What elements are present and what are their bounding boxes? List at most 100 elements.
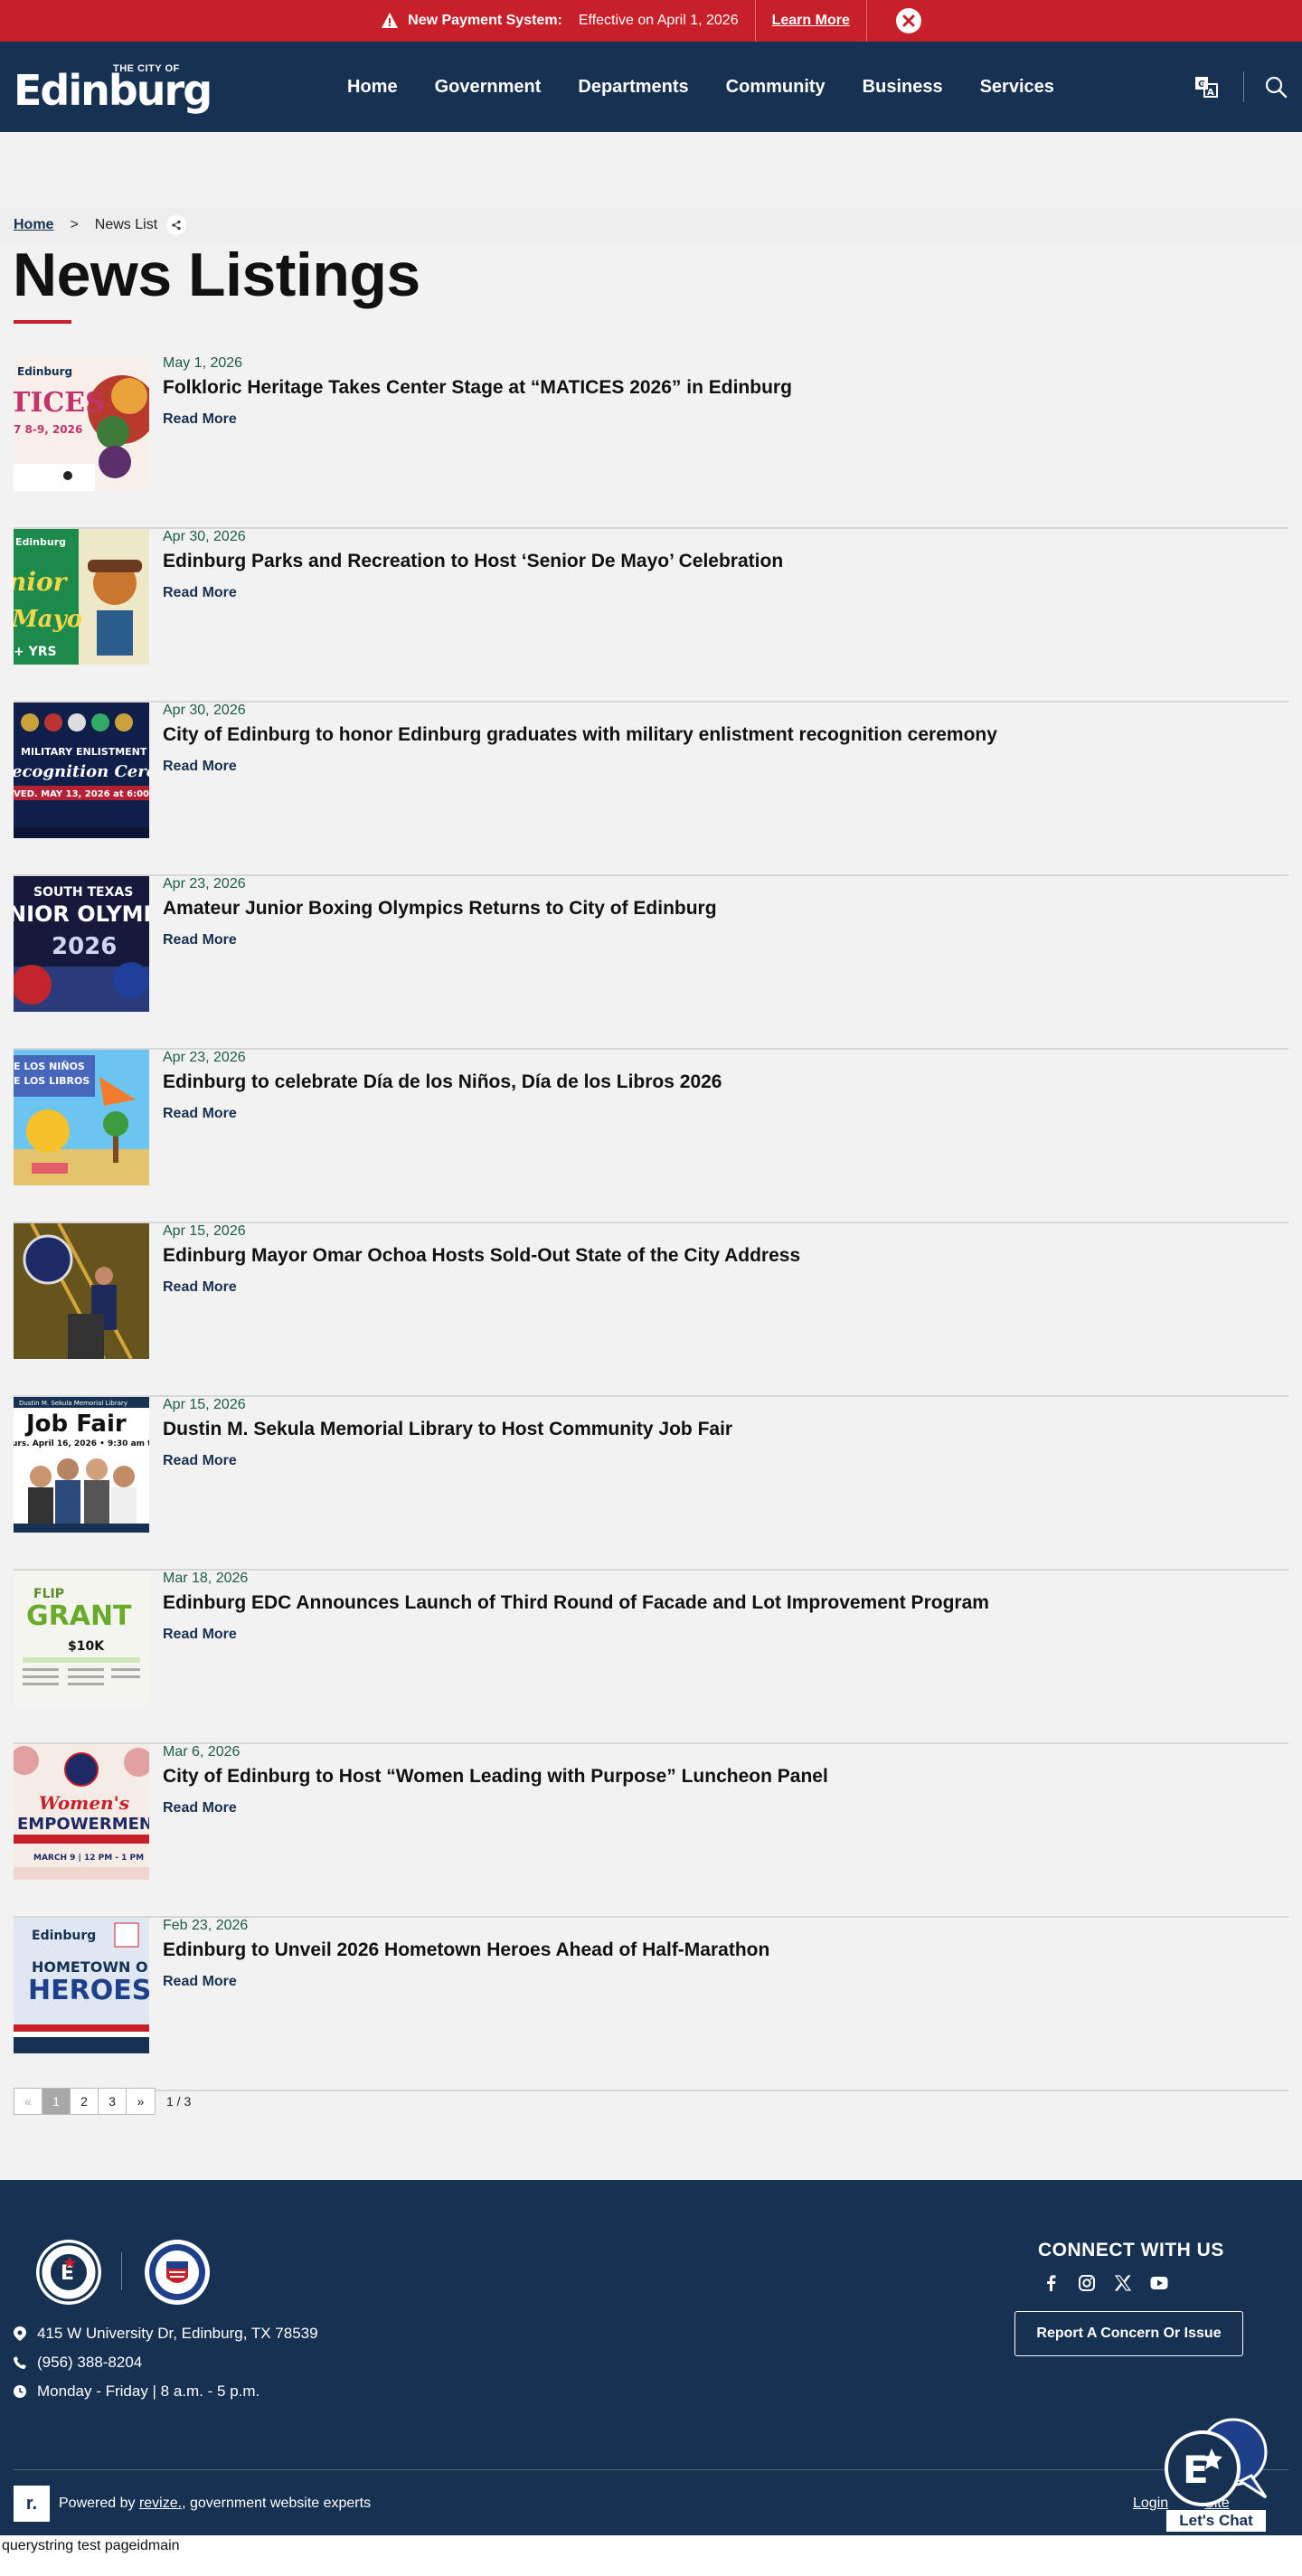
instagram-icon[interactable]: [1078, 2274, 1096, 2292]
news-title[interactable]: Edinburg to celebrate Día de los Niños, …: [163, 1071, 722, 1093]
revize-logo[interactable]: r.: [14, 2486, 50, 2522]
svg-text:FLIP: FLIP: [33, 1587, 64, 1601]
svg-text:A: A: [1207, 88, 1214, 98]
footer-seal-divider: [121, 2252, 122, 2290]
site-header: THE CITY OF Edinburg Home Government Dep…: [0, 42, 1302, 132]
news-title[interactable]: Edinburg EDC Announces Launch of Third R…: [163, 1592, 989, 1614]
news-title[interactable]: City of Edinburg to Host “Women Leading …: [163, 1766, 828, 1788]
x-icon[interactable]: [1114, 2274, 1132, 2292]
pagination-next-button[interactable]: »: [127, 2089, 155, 2114]
footer-divider: [14, 2469, 1288, 2470]
news-date: Mar 18, 2026: [163, 1571, 249, 1586]
share-button[interactable]: [166, 215, 187, 235]
pagination-prev-button[interactable]: «: [14, 2089, 42, 2114]
footer-phone[interactable]: (956) 388-8204: [14, 2354, 142, 2372]
svg-text:E: E: [1183, 2448, 1209, 2492]
breadcrumb-home-link[interactable]: Home: [14, 217, 53, 233]
news-date: Mar 6, 2026: [163, 1744, 241, 1760]
thumb-headline-text: Women's: [39, 1792, 129, 1814]
read-more-link[interactable]: Read More: [163, 932, 237, 948]
news-item: SOUTH TEXAS NIOR OLYMPI 2026 Apr 23, 202…: [14, 876, 1288, 1050]
breadcrumb: Home > News List: [14, 215, 187, 235]
thumb-date-text: urs. April 16, 2026 • 9:30 am to 12: [14, 1439, 149, 1448]
site-footer: E 415 W University Dr, Edinburg, TX 7853…: [0, 2180, 1302, 2535]
svg-text:Edinburg: Edinburg: [15, 536, 66, 548]
revize-link[interactable]: revize.: [139, 2496, 182, 2512]
news-thumbnail[interactable]: E LOS NIÑOS E LOS LIBROS: [14, 1050, 149, 1185]
thumb-amount-text: $10K: [68, 1639, 105, 1654]
nav-government[interactable]: Government: [435, 77, 542, 98]
alert-title: New Payment System:: [408, 13, 562, 28]
site-logo[interactable]: THE CITY OF Edinburg: [14, 63, 212, 114]
youtube-icon[interactable]: [1150, 2274, 1168, 2292]
news-item: E LOS NIÑOS E LOS LIBROS Apr 23, 2026 Ed…: [14, 1050, 1288, 1223]
news-item: FLIP GRANT $10K Mar 18, 2026 Edinburg ED…: [14, 1571, 1288, 1744]
news-date: Apr 30, 2026: [163, 703, 246, 718]
powered-suffix: , government website experts: [182, 2496, 372, 2511]
news-title[interactable]: Edinburg Mayor Omar Ochoa Hosts Sold-Out…: [163, 1245, 800, 1267]
edc-seal-logo[interactable]: [143, 2238, 212, 2307]
news-thumbnail[interactable]: [14, 1223, 149, 1359]
report-concern-button[interactable]: Report A Concern Or Issue: [1014, 2311, 1243, 2356]
breadcrumb-separator: >: [70, 217, 79, 232]
alert-close-button[interactable]: [895, 8, 921, 33]
read-more-link[interactable]: Read More: [163, 1974, 237, 1990]
news-title[interactable]: Amateur Junior Boxing Olympics Returns t…: [163, 898, 717, 920]
news-title[interactable]: City of Edinburg to honor Edinburg gradu…: [163, 724, 997, 746]
thumb-date-text: VED. MAY 13, 2026 at 6:00 P: [14, 789, 149, 799]
news-thumbnail[interactable]: Dustin M. Sekula Memorial Library Job Fa…: [14, 1397, 149, 1533]
read-more-link[interactable]: Read More: [163, 1453, 237, 1469]
search-icon[interactable]: [1263, 74, 1288, 99]
news-title[interactable]: Folkloric Heritage Takes Center Stage at…: [163, 377, 792, 399]
nav-business[interactable]: Business: [863, 77, 943, 98]
thumb-headline-text: Job Fair: [24, 1411, 127, 1438]
news-thumbnail[interactable]: Women's EMPOWERMENT MARCH 9 | 12 PM - 1 …: [14, 1744, 149, 1880]
read-more-link[interactable]: Read More: [163, 1627, 237, 1643]
translate-icon[interactable]: G A: [1194, 74, 1219, 99]
news-thumbnail[interactable]: FLIP GRANT $10K: [14, 1571, 149, 1706]
page-title: News Listings: [13, 241, 420, 309]
nav-community[interactable]: Community: [726, 77, 826, 98]
thumb-subline-text: HEROES: [28, 1975, 149, 2006]
news-thumbnail[interactable]: Edinburg TICES 7 8-9, 2026: [14, 355, 149, 491]
read-more-link[interactable]: Read More: [163, 759, 237, 775]
powered-prefix: Powered by: [59, 2496, 136, 2511]
news-thumbnail[interactable]: Edinburg HOMETOWN OF HEROES: [14, 1918, 149, 2053]
powered-by: r. Powered by revize., government websit…: [14, 2486, 371, 2522]
pagination-page-2[interactable]: 2: [71, 2089, 99, 2114]
pagination-page-1[interactable]: 1: [42, 2089, 71, 2114]
news-thumbnail[interactable]: SOUTH TEXAS NIOR OLYMPI 2026: [14, 876, 149, 1012]
news-date: Apr 15, 2026: [163, 1397, 246, 1412]
news-thumbnail[interactable]: Edinburg nior Mayo + YRS: [14, 529, 149, 665]
read-more-link[interactable]: Read More: [163, 1279, 237, 1296]
nav-home[interactable]: Home: [347, 77, 398, 98]
thumb-subline-text: NIOR OLYMPI: [14, 901, 149, 927]
pagination-page-3[interactable]: 3: [99, 2089, 127, 2114]
nav-services[interactable]: Services: [980, 77, 1054, 98]
news-title[interactable]: Edinburg Parks and Recreation to Host ‘S…: [163, 551, 783, 572]
news-item: Apr 15, 2026 Edinburg Mayor Omar Ochoa H…: [14, 1223, 1288, 1397]
phone-icon: [14, 2356, 26, 2369]
alert-learn-more-link[interactable]: Learn More: [772, 13, 850, 29]
facebook-icon[interactable]: [1042, 2274, 1060, 2292]
thumb-year-text: 2026: [52, 933, 117, 960]
news-date: Apr 23, 2026: [163, 1050, 246, 1065]
read-more-link[interactable]: Read More: [163, 411, 237, 428]
header-divider: [1243, 71, 1244, 102]
read-more-link[interactable]: Read More: [163, 1106, 237, 1122]
read-more-link[interactable]: Read More: [163, 585, 237, 601]
news-list: Edinburg TICES 7 8-9, 2026 May 1, 2026 F…: [14, 355, 1288, 2091]
chat-label[interactable]: Let's Chat: [1166, 2510, 1266, 2532]
thumb-subline-text: EMPOWERMENT: [17, 1815, 149, 1834]
city-seal-logo[interactable]: E: [34, 2238, 103, 2307]
footer-phone-text[interactable]: (956) 388-8204: [37, 2354, 142, 2372]
news-item: Dustin M. Sekula Memorial Library Job Fa…: [14, 1397, 1288, 1571]
news-thumbnail[interactable]: MILITARY ENLISTMENT ecognition Ceremo VE…: [14, 703, 149, 838]
news-title[interactable]: Dustin M. Sekula Memorial Library to Hos…: [163, 1419, 732, 1440]
social-links: [1042, 2274, 1186, 2292]
main-nav: Home Government Departments Community Bu…: [347, 42, 1091, 132]
alert-divider: [754, 0, 756, 42]
nav-departments[interactable]: Departments: [578, 77, 688, 98]
read-more-link[interactable]: Read More: [163, 1800, 237, 1816]
news-title[interactable]: Edinburg to Unveil 2026 Hometown Heroes …: [163, 1939, 769, 1961]
